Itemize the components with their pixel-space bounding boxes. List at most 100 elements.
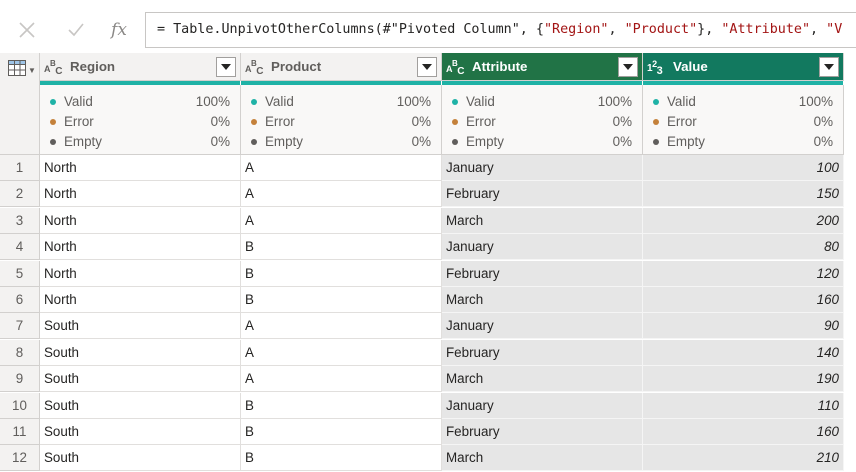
column-filter-dropdown[interactable] bbox=[216, 57, 236, 77]
table-cell-region[interactable]: North bbox=[40, 181, 241, 207]
table-cell-region[interactable]: North bbox=[40, 234, 241, 260]
table-cell-region[interactable]: South bbox=[40, 445, 241, 471]
quality-dot-valid bbox=[251, 99, 257, 105]
fx-button[interactable]: fx bbox=[99, 10, 139, 50]
row-number[interactable]: 3 bbox=[0, 208, 40, 234]
column-header-region[interactable]: ABC Region bbox=[40, 53, 241, 81]
table-cell-value[interactable]: 120 bbox=[643, 261, 844, 287]
text-type-icon[interactable]: ABC bbox=[446, 59, 464, 77]
table-cell-attribute[interactable]: March bbox=[442, 208, 643, 234]
table-cell-product[interactable]: B bbox=[241, 445, 442, 471]
table-cell-region[interactable]: North bbox=[40, 261, 241, 287]
quality-row-valid: Valid 100% bbox=[452, 92, 632, 112]
table-cell-attribute[interactable]: February bbox=[442, 340, 643, 366]
table-cell-region[interactable]: South bbox=[40, 419, 241, 445]
row-number[interactable]: 10 bbox=[0, 393, 40, 419]
close-icon[interactable] bbox=[7, 10, 47, 50]
table-cell-attribute[interactable]: January bbox=[442, 313, 643, 339]
row-number[interactable]: 1 bbox=[0, 155, 40, 181]
row-number[interactable]: 9 bbox=[0, 366, 40, 392]
chevron-down-icon bbox=[824, 64, 834, 70]
quality-label: Valid bbox=[265, 94, 294, 109]
column-header-product[interactable]: ABC Product bbox=[241, 53, 442, 81]
number-type-icon[interactable]: 123 bbox=[647, 59, 663, 77]
table-cell-attribute[interactable]: March bbox=[442, 287, 643, 313]
table-cell-product[interactable]: B bbox=[241, 261, 442, 287]
table-cell-product[interactable]: B bbox=[241, 234, 442, 260]
table-cell-product[interactable]: A bbox=[241, 155, 442, 181]
table-cell-region[interactable]: North bbox=[40, 208, 241, 234]
table-cell-attribute[interactable]: March bbox=[442, 366, 643, 392]
table-cell-value[interactable]: 150 bbox=[643, 181, 844, 207]
row-number[interactable]: 11 bbox=[0, 419, 40, 445]
quality-row-error: Error 0% bbox=[653, 112, 833, 132]
table-cell-attribute[interactable]: January bbox=[442, 155, 643, 181]
table-cell-region[interactable]: South bbox=[40, 313, 241, 339]
check-icon[interactable] bbox=[56, 10, 96, 50]
column-header-label: Region bbox=[70, 59, 116, 74]
chevron-down-icon bbox=[221, 64, 231, 70]
row-number[interactable]: 4 bbox=[0, 234, 40, 260]
table-cell-value[interactable]: 110 bbox=[643, 393, 844, 419]
quality-percent: 0% bbox=[813, 134, 833, 149]
row-number[interactable]: 12 bbox=[0, 445, 40, 471]
chevron-down-icon bbox=[623, 64, 633, 70]
text-type-icon[interactable]: ABC bbox=[44, 59, 62, 77]
table-cell-product[interactable]: A bbox=[241, 366, 442, 392]
text-type-icon[interactable]: ABC bbox=[245, 59, 263, 77]
table-cell-product[interactable]: A bbox=[241, 340, 442, 366]
table-icon bbox=[8, 60, 26, 76]
table-cell-value[interactable]: 210 bbox=[643, 445, 844, 471]
quality-row-error: Error 0% bbox=[251, 112, 431, 132]
column-filter-dropdown[interactable] bbox=[819, 57, 839, 77]
table-cell-value[interactable]: 90 bbox=[643, 313, 844, 339]
table-cell-region[interactable]: North bbox=[40, 155, 241, 181]
row-number[interactable]: 2 bbox=[0, 181, 40, 207]
quality-row-valid: Valid 100% bbox=[251, 92, 431, 112]
table-cell-value[interactable]: 160 bbox=[643, 419, 844, 445]
table-cell-region[interactable]: South bbox=[40, 366, 241, 392]
table-cell-attribute[interactable]: January bbox=[442, 234, 643, 260]
table-cell-value[interactable]: 100 bbox=[643, 155, 844, 181]
column-filter-dropdown[interactable] bbox=[417, 57, 437, 77]
table-cell-product[interactable]: B bbox=[241, 287, 442, 313]
row-number[interactable]: 5 bbox=[0, 261, 40, 287]
formula-input[interactable]: = Table.UnpivotOtherColumns(#"Pivoted Co… bbox=[145, 12, 856, 48]
table-cell-value[interactable]: 140 bbox=[643, 340, 844, 366]
column-header-attribute[interactable]: ABC Attribute bbox=[442, 53, 643, 81]
quality-label: Empty bbox=[667, 134, 705, 149]
row-number[interactable]: 7 bbox=[0, 313, 40, 339]
table-cell-value[interactable]: 160 bbox=[643, 287, 844, 313]
table-cell-product[interactable]: A bbox=[241, 313, 442, 339]
quality-dot-valid bbox=[452, 99, 458, 105]
table-cell-attribute[interactable]: March bbox=[442, 445, 643, 471]
quality-percent: 0% bbox=[210, 134, 230, 149]
quality-percent: 0% bbox=[411, 134, 431, 149]
table-cell-attribute[interactable]: February bbox=[442, 181, 643, 207]
table-cell-product[interactable]: A bbox=[241, 181, 442, 207]
table-cell-attribute[interactable]: February bbox=[442, 261, 643, 287]
formula-token: }, bbox=[697, 22, 722, 37]
row-number[interactable]: 8 bbox=[0, 340, 40, 366]
table-cell-attribute[interactable]: February bbox=[442, 419, 643, 445]
table-cell-attribute[interactable]: January bbox=[442, 393, 643, 419]
row-number[interactable]: 6 bbox=[0, 287, 40, 313]
quality-dot-error bbox=[653, 119, 659, 125]
table-cell-product[interactable]: B bbox=[241, 419, 442, 445]
column-header-value[interactable]: 123 Value bbox=[643, 53, 844, 81]
column-header-label: Attribute bbox=[472, 59, 528, 74]
table-cell-region[interactable]: North bbox=[40, 287, 241, 313]
table-cell-value[interactable]: 80 bbox=[643, 234, 844, 260]
table-cell-product[interactable]: A bbox=[241, 208, 442, 234]
formula-token: "Region" bbox=[543, 22, 609, 37]
table-cell-value[interactable]: 190 bbox=[643, 366, 844, 392]
quality-percent: 0% bbox=[813, 114, 833, 129]
table-cell-region[interactable]: South bbox=[40, 340, 241, 366]
column-filter-dropdown[interactable] bbox=[618, 57, 638, 77]
table-cell-value[interactable]: 200 bbox=[643, 208, 844, 234]
table-menu-button[interactable]: ▼ bbox=[0, 53, 40, 155]
table-cell-product[interactable]: B bbox=[241, 393, 442, 419]
table-cell-region[interactable]: South bbox=[40, 393, 241, 419]
quality-row-valid: Valid 100% bbox=[653, 92, 833, 112]
chevron-down-icon: ▼ bbox=[28, 66, 36, 75]
